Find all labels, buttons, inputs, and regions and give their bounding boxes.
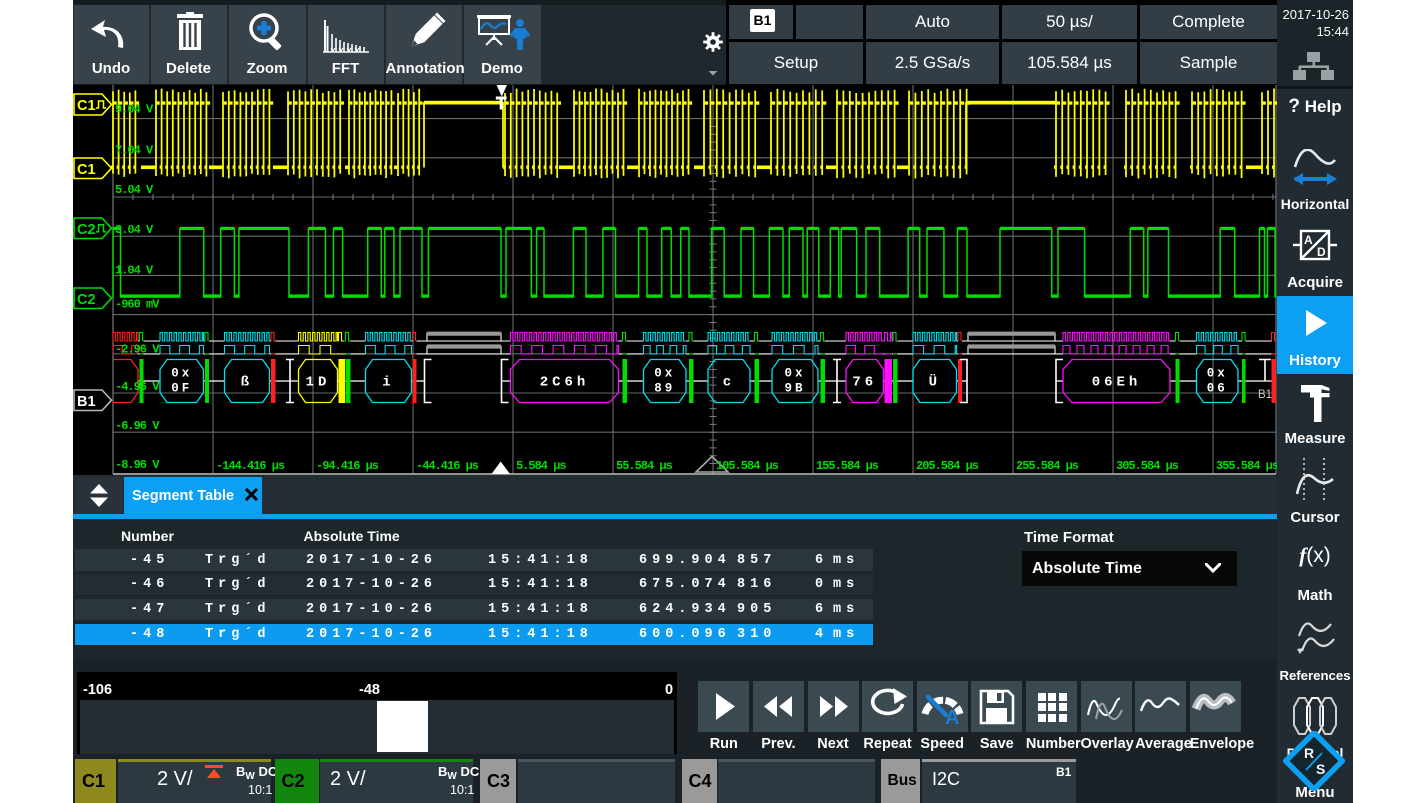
- svg-text:S: S: [1316, 761, 1325, 777]
- svg-text:89: 89: [654, 382, 675, 396]
- svg-text:55.584 µs: 55.584 µs: [616, 459, 673, 473]
- svg-text:9.04 V: 9.04 V: [115, 103, 154, 117]
- svg-text:0x: 0x: [171, 367, 192, 381]
- svg-text:-94.416 µs: -94.416 µs: [316, 459, 379, 473]
- svg-text:ß: ß: [241, 375, 253, 391]
- svg-text:5.584 µs: 5.584 µs: [516, 459, 566, 473]
- svg-text:0x: 0x: [1207, 367, 1228, 381]
- svg-text:C1: C1: [77, 98, 96, 114]
- svg-text:5.04 V: 5.04 V: [115, 183, 154, 197]
- svg-text:105.584 µs: 105.584 µs: [716, 459, 779, 473]
- svg-text:06Eh: 06Eh: [1092, 375, 1142, 391]
- svg-text:9B: 9B: [784, 382, 805, 396]
- svg-text:-960 mV: -960 mV: [115, 298, 160, 312]
- svg-text:-2.96 V: -2.96 V: [115, 343, 160, 357]
- svg-text:355.584 µs: 355.584 µs: [1216, 459, 1277, 473]
- svg-text:1.04 V: 1.04 V: [115, 264, 154, 278]
- svg-text:2C6h: 2C6h: [540, 375, 590, 391]
- svg-text:B1: B1: [1258, 389, 1272, 401]
- svg-text:06: 06: [1207, 382, 1228, 396]
- svg-text:D: D: [1317, 245, 1326, 259]
- svg-text:C2: C2: [77, 222, 96, 238]
- svg-text:76: 76: [852, 375, 877, 391]
- svg-text:A: A: [1304, 233, 1313, 247]
- svg-text:-4.96 V: -4.96 V: [115, 380, 160, 394]
- svg-text:305.584 µs: 305.584 µs: [1116, 459, 1179, 473]
- svg-text:7.04 V: 7.04 V: [115, 144, 154, 158]
- svg-text:0F: 0F: [171, 382, 192, 396]
- svg-text:3.04 V: 3.04 V: [115, 223, 154, 237]
- svg-text:Ü: Ü: [929, 374, 941, 391]
- svg-text:1D: 1D: [306, 375, 331, 391]
- svg-text:155.584 µs: 155.584 µs: [816, 459, 879, 473]
- svg-text:A: A: [945, 707, 959, 729]
- svg-text:-144.416 µs: -144.416 µs: [216, 459, 285, 473]
- svg-text:255.584 µs: 255.584 µs: [1016, 459, 1079, 473]
- svg-text:-44.416 µs: -44.416 µs: [416, 459, 479, 473]
- svg-text:i: i: [382, 375, 394, 391]
- svg-text:c: c: [723, 375, 735, 391]
- svg-text:-6.96 V: -6.96 V: [115, 419, 160, 433]
- svg-text:R: R: [1304, 745, 1314, 761]
- svg-text:C2: C2: [77, 292, 96, 308]
- svg-text:205.584 µs: 205.584 µs: [916, 459, 979, 473]
- svg-text:C1: C1: [77, 162, 96, 178]
- svg-text:0x: 0x: [654, 367, 675, 381]
- svg-text:B1: B1: [77, 394, 96, 410]
- svg-text:0x: 0x: [784, 367, 805, 381]
- svg-text:-8.96 V: -8.96 V: [115, 458, 160, 472]
